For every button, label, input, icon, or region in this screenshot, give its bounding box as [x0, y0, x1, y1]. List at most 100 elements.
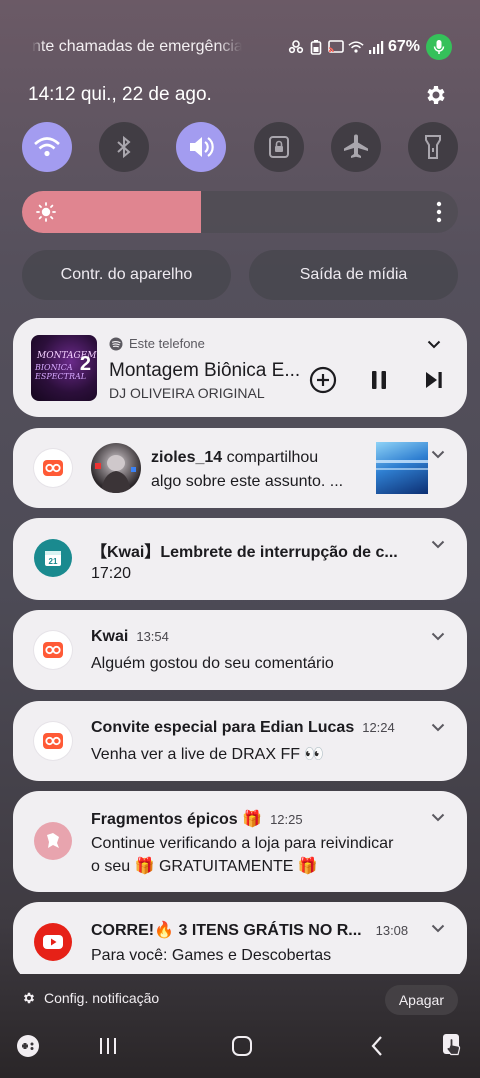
notification-body: algo sobre este assunto. ...: [151, 473, 344, 490]
battery-percent: 67%: [387, 38, 420, 55]
rotation-lock-icon: [268, 136, 289, 158]
skip-next-icon: [426, 372, 442, 388]
back-button[interactable]: [363, 1032, 391, 1060]
album-art-number: 2: [79, 353, 91, 375]
notification-settings-button[interactable]: Config. notificação: [22, 990, 159, 1006]
kwai-app-icon: [34, 722, 72, 760]
notification-title: Kwai: [91, 628, 129, 645]
spotify-icon: [109, 337, 123, 350]
notification-body: Para você: Games e Descobertas: [91, 947, 332, 964]
flashlight-icon: [424, 135, 441, 159]
notification-settings-label: Config. notificação: [44, 990, 160, 1006]
screen-assist-icon[interactable]: [439, 1032, 467, 1060]
chevron-down-icon[interactable]: [428, 807, 448, 827]
status-icons: 67%: [288, 34, 452, 60]
media-source-label: Este telefone: [129, 336, 205, 351]
wifi-icon: [34, 137, 60, 157]
notification-card[interactable]: Kwai 13:54 Alguém gostou do seu comentári…: [13, 610, 467, 690]
notification-title: CORRE!🔥 3 ITENS GRÁTIS NO R...: [91, 922, 362, 939]
chevron-down-icon[interactable]: [428, 534, 448, 554]
recent-apps-button[interactable]: [94, 1032, 122, 1060]
game-app-icon: [34, 822, 72, 860]
wifi-toggle[interactable]: [22, 122, 72, 172]
gear-icon[interactable]: [424, 83, 448, 107]
notification-card[interactable]: CORRE!🔥 3 ITENS GRÁTIS NO R... 13:08 Para…: [13, 902, 467, 974]
notification-title-suffix: compartilhou: [222, 449, 319, 466]
chevron-down-icon[interactable]: [428, 717, 448, 737]
rotation-lock-toggle[interactable]: [253, 122, 304, 172]
airplane-mode-toggle[interactable]: [330, 122, 381, 172]
notification-time: 12:24: [362, 720, 395, 735]
home-icon: [232, 1036, 252, 1056]
media-source: Este telefone: [109, 336, 205, 351]
notification-thumbnail: [376, 442, 428, 494]
svg-text:21: 21: [49, 557, 58, 566]
notification-card[interactable]: 21 【Kwai】Lembrete de interrupção de c...…: [13, 518, 467, 600]
notification-body: Alguém gostou do seu comentário: [91, 655, 334, 672]
signal-icon: [368, 39, 384, 55]
notification-card[interactable]: Fragmentos épicos 🎁 12:25 Continue verifi…: [13, 791, 467, 892]
quick-panel-pills: Contr. do aparelho Saída de mídia: [22, 250, 458, 300]
notification-card[interactable]: zioles_14 compartilhou algo sobre este a…: [13, 428, 467, 508]
notification-body: Continue verificando a loja para reivind…: [91, 835, 394, 852]
media-artist: DJ OLIVEIRA ORIGINAL: [109, 385, 265, 401]
notification-body: 17:20: [91, 565, 132, 582]
media-title: Montagem Biônica E...: [109, 360, 301, 381]
home-button[interactable]: [228, 1032, 256, 1060]
chevron-down-icon[interactable]: [428, 444, 448, 464]
clear-all-button[interactable]: Apagar: [384, 985, 458, 1015]
kwai-app-icon: [34, 449, 72, 487]
calendar-app-icon: 21: [34, 539, 72, 577]
notification-body: Venha ver a live de DRAX FF 👀: [91, 746, 325, 763]
navigation-bar: [0, 1028, 480, 1064]
status-bar: nte chamadas de emergência 67%: [32, 34, 452, 60]
mic-active-indicator: [426, 34, 452, 60]
device-control-button[interactable]: Contr. do aparelho: [22, 250, 231, 300]
album-art: MONTAGEM BIONICA ESPECTRAL 2: [31, 335, 97, 401]
add-to-library-button[interactable]: [309, 366, 337, 394]
add-circle-icon: [309, 366, 337, 394]
notification-time: 12:25: [270, 812, 303, 827]
flashlight-toggle[interactable]: [407, 122, 458, 172]
bluetooth-icon: [117, 135, 131, 159]
airplane-icon: [343, 134, 368, 158]
date-time[interactable]: 14:12 qui., 22 de ago.: [28, 84, 212, 106]
notification-time: 13:54: [136, 629, 169, 644]
notification-time: 13:08: [375, 923, 409, 938]
notification-title: 【Kwai】Lembrete de interrupção de c...: [91, 544, 398, 561]
mic-icon: [433, 40, 445, 54]
media-player-card[interactable]: MONTAGEM BIONICA ESPECTRAL 2 Este telefo…: [13, 318, 467, 417]
chevron-down-icon[interactable]: [424, 334, 444, 354]
notification-body-line2: o seu 🎁 GRATUITAMENTE 🎁: [91, 858, 318, 875]
pause-icon: [372, 371, 386, 389]
kwai-app-icon: [34, 631, 72, 669]
sync-icon: [288, 39, 304, 55]
header-row: 14:12 qui., 22 de ago.: [28, 80, 448, 110]
brightness-slider[interactable]: [22, 191, 458, 233]
notification-title: Convite especial para Edian Lucas: [91, 719, 355, 736]
bluetooth-toggle[interactable]: [99, 122, 150, 172]
youtube-app-icon: [34, 923, 72, 961]
battery-saver-icon: [308, 39, 324, 55]
notification-title: Fragmentos épicos 🎁: [91, 811, 263, 828]
recent-apps-icon: [100, 1038, 116, 1054]
status-ticker: nte chamadas de emergência: [32, 38, 242, 55]
notification-title: zioles_14: [151, 449, 223, 466]
notification-card[interactable]: Convite especial para Edian Lucas 12:24 V…: [13, 701, 467, 781]
game-tools-icon[interactable]: [14, 1032, 42, 1060]
wifi-icon: [348, 39, 364, 55]
quick-settings-row: [22, 122, 458, 174]
sound-toggle[interactable]: [176, 122, 227, 172]
media-output-button[interactable]: Saída de mídia: [249, 250, 458, 300]
next-track-button[interactable]: [420, 366, 448, 394]
chevron-down-icon[interactable]: [428, 626, 448, 646]
volume-icon: [190, 137, 215, 157]
pause-button[interactable]: [365, 366, 393, 394]
notification-footer: Config. notificação Apagar: [0, 984, 480, 1016]
chevron-down-icon[interactable]: [428, 918, 448, 938]
notification-clip: CORRE!🔥 3 ITENS GRÁTIS NO R... 13:08 Para…: [0, 902, 480, 974]
avatar: [91, 443, 141, 493]
more-options-icon[interactable]: [436, 201, 442, 228]
cast-icon: [328, 39, 344, 55]
back-icon: [371, 1036, 382, 1056]
